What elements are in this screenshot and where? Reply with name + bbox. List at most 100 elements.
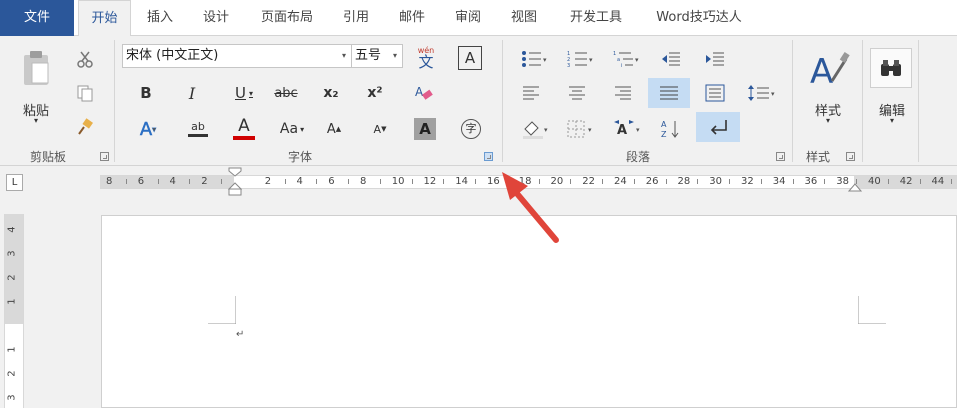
ruler-number: 4 bbox=[296, 176, 303, 187]
tab-page-layout[interactable]: 页面布局 bbox=[252, 0, 322, 36]
chevron-down-icon[interactable]: ▾ bbox=[388, 45, 402, 67]
tab-word-master[interactable]: Word技巧达人 bbox=[644, 0, 754, 36]
enclose-characters-button[interactable]: 字 bbox=[458, 116, 484, 142]
tab-home[interactable]: 开始 bbox=[78, 0, 131, 37]
vertical-ruler-number: 2 bbox=[6, 370, 18, 377]
grow-font-button[interactable]: A ▲ bbox=[322, 116, 346, 142]
bullets-button[interactable]: ▾ bbox=[518, 46, 552, 72]
clipboard-launcher-button[interactable] bbox=[100, 152, 109, 161]
borders-button[interactable]: ▾ bbox=[564, 116, 600, 142]
separator bbox=[918, 40, 919, 162]
font-color-bar bbox=[233, 136, 255, 140]
paragraph-launcher-button[interactable] bbox=[776, 152, 785, 161]
paste-button[interactable] bbox=[14, 48, 58, 88]
align-right-button[interactable] bbox=[610, 80, 636, 106]
tab-developer[interactable]: 开发工具 bbox=[558, 0, 634, 36]
highlight-button[interactable]: ab bbox=[180, 116, 216, 142]
tab-insert[interactable]: 插入 bbox=[138, 0, 182, 36]
tab-references[interactable]: 引用 bbox=[334, 0, 378, 36]
tab-view[interactable]: 视图 bbox=[502, 0, 546, 36]
highlight-color-bar bbox=[188, 134, 208, 137]
tab-selector-button[interactable]: L bbox=[6, 174, 23, 191]
horizontal-ruler[interactable]: L 8 6 4 2 2 4 6 8 10 12 14 16 18 20 22 24 26 28 30 32 34 36 38… bbox=[0, 167, 957, 197]
superscript-button[interactable]: x² bbox=[362, 80, 388, 106]
sort-button[interactable]: A Z bbox=[658, 116, 684, 142]
distributed-icon bbox=[705, 84, 725, 102]
indent-marker-icon[interactable] bbox=[228, 167, 242, 197]
increase-indent-icon bbox=[706, 52, 724, 66]
svg-text:A: A bbox=[661, 120, 667, 129]
font-size-combobox[interactable]: 五号 ▾ bbox=[351, 44, 403, 68]
svg-text:A: A bbox=[617, 123, 627, 138]
clear-formatting-button[interactable]: A bbox=[410, 80, 438, 106]
scissors-icon bbox=[77, 51, 93, 68]
italic-button[interactable]: I bbox=[180, 80, 204, 106]
styles-launcher-button[interactable] bbox=[846, 152, 855, 161]
bold-button[interactable]: B bbox=[134, 80, 158, 106]
paste-dropdown-icon[interactable]: ▾ bbox=[18, 116, 54, 125]
character-border-button[interactable]: A bbox=[458, 46, 482, 70]
copy-button[interactable] bbox=[72, 80, 98, 106]
paragraph-group-label: 段落 bbox=[626, 150, 651, 164]
ribbon: 粘贴 ▾ 剪贴板 宋体 (中文正文) ▾ 五号 ▾ wén 文 A B I U … bbox=[0, 36, 957, 166]
change-case-button[interactable]: Aa ▾ bbox=[274, 116, 310, 142]
chevron-down-icon[interactable]: ▾ bbox=[337, 45, 351, 67]
vertical-ruler[interactable]: 4 3 2 1 1 2 3 bbox=[4, 214, 24, 408]
right-indent-marker-icon[interactable] bbox=[848, 175, 862, 193]
multilevel-list-button[interactable]: 1 a i ▾ bbox=[610, 46, 644, 72]
increase-indent-button[interactable] bbox=[702, 46, 728, 72]
strikethrough-button[interactable]: abc bbox=[270, 80, 302, 106]
svg-text:▾: ▾ bbox=[588, 126, 592, 134]
tab-file[interactable]: 文件 bbox=[0, 0, 74, 36]
decrease-indent-button[interactable] bbox=[658, 46, 684, 72]
underline-glyph: U bbox=[235, 84, 246, 102]
phonetic-guide-button[interactable]: wén 文 bbox=[412, 44, 440, 72]
font-color-button[interactable]: A bbox=[226, 116, 262, 142]
numbering-button[interactable]: 1 2 3 ▾ bbox=[564, 46, 598, 72]
editing-button[interactable] bbox=[870, 48, 912, 88]
tab-review[interactable]: 审阅 bbox=[446, 0, 490, 36]
styles-button[interactable]: A bbox=[800, 44, 856, 94]
bullets-icon: ▾ bbox=[522, 51, 547, 67]
ruler-tick bbox=[570, 179, 572, 184]
show-hide-marks-button[interactable] bbox=[696, 112, 740, 142]
justify-button[interactable] bbox=[648, 78, 690, 108]
shading-icon: ▾ bbox=[523, 121, 548, 139]
line-spacing-button[interactable]: ▾ bbox=[746, 80, 780, 106]
character-shading-glyph: A bbox=[419, 120, 431, 138]
ruler-number: 6 bbox=[328, 176, 335, 187]
character-shading-button[interactable]: A bbox=[414, 118, 436, 140]
text-effects-button[interactable]: A ▾ bbox=[134, 116, 162, 142]
font-launcher-button[interactable] bbox=[484, 152, 493, 161]
font-name-value: 宋体 (中文正文) bbox=[126, 48, 219, 63]
chinese-layout-button[interactable]: A ▾ bbox=[610, 116, 646, 142]
justify-icon bbox=[660, 86, 678, 100]
font-name-combobox[interactable]: 宋体 (中文正文) ▾ bbox=[122, 44, 352, 68]
show-marks-icon bbox=[710, 120, 727, 135]
multilevel-icon: 1 a i ▾ bbox=[613, 51, 639, 68]
ruler-tick bbox=[284, 179, 286, 184]
tab-mailings[interactable]: 邮件 bbox=[390, 0, 434, 36]
chevron-down-icon[interactable]: ▾ bbox=[806, 116, 850, 125]
subscript-button[interactable]: x₂ bbox=[318, 80, 344, 106]
cut-button[interactable] bbox=[72, 46, 98, 72]
svg-text:▾: ▾ bbox=[589, 56, 593, 64]
chevron-down-icon[interactable]: ▾ bbox=[870, 116, 914, 125]
separator bbox=[862, 40, 863, 162]
ruler-number: 12 bbox=[423, 176, 437, 187]
ruler-number: 34 bbox=[772, 176, 786, 187]
shrink-font-button[interactable]: A ▼ bbox=[368, 116, 392, 142]
distributed-button[interactable] bbox=[702, 80, 728, 106]
left-margin-area bbox=[100, 176, 234, 188]
chinese-layout-icon: A ▾ bbox=[614, 120, 640, 138]
shading-button[interactable]: ▾ bbox=[518, 116, 554, 142]
underline-button[interactable]: U ▾ bbox=[226, 80, 262, 106]
center-button[interactable] bbox=[564, 80, 590, 106]
clipboard-icon bbox=[24, 51, 49, 85]
ruler-tick bbox=[760, 179, 762, 184]
strike-glyph: abc bbox=[274, 85, 298, 101]
vertical-ruler-number: 2 bbox=[6, 274, 18, 281]
align-left-button[interactable] bbox=[518, 80, 544, 106]
format-painter-button[interactable] bbox=[72, 114, 98, 140]
tab-design[interactable]: 设计 bbox=[194, 0, 238, 36]
